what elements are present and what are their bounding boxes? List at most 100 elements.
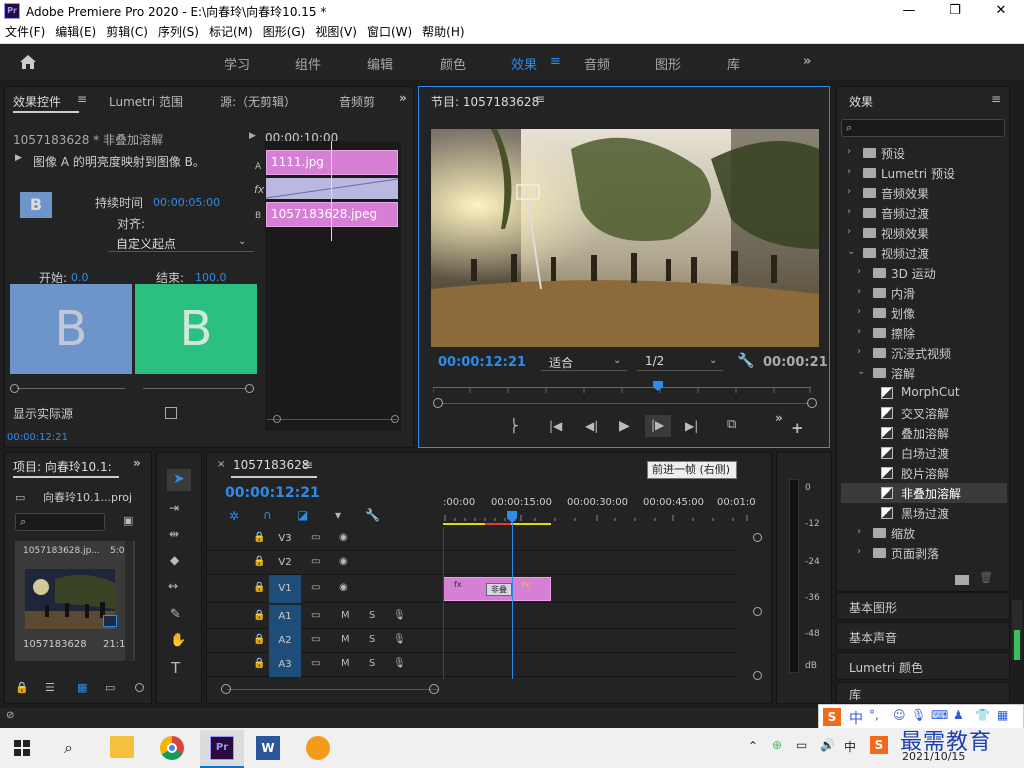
workspace-audio[interactable]: 音频 <box>584 54 610 73</box>
play-transition-icon[interactable]: ▶ <box>249 131 256 141</box>
clip-a-bar[interactable]: 1111.jpg <box>266 150 398 175</box>
effects-tree-row[interactable]: › 音频过渡 <box>841 203 1007 223</box>
clip-b-bar[interactable]: 1057183628.jpeg <box>266 202 398 227</box>
eye-icon[interactable]: ◉ <box>339 556 348 567</box>
effects-tree-row[interactable]: 叠加溶解 <box>841 423 1007 443</box>
timeline-playhead-line[interactable] <box>512 521 513 679</box>
solo-toggle[interactable]: S <box>369 634 375 645</box>
step-forward-button[interactable]: |▶ <box>645 415 671 437</box>
effects-search-input[interactable]: ⌕ <box>841 119 1005 137</box>
network-icon[interactable]: ▭ <box>796 738 807 752</box>
eye-icon[interactable]: ◉ <box>339 532 348 543</box>
lock-icon[interactable]: 🔒 <box>253 634 265 645</box>
chevron-right-icon[interactable]: › <box>847 166 851 177</box>
effects-tree-row[interactable]: › 内滑 <box>841 283 1007 303</box>
sync-lock-icon[interactable]: ▭ <box>311 582 320 593</box>
list-view-icon[interactable]: ☰ <box>45 681 55 694</box>
word-icon[interactable]: W <box>256 736 280 760</box>
track-name-v1[interactable]: V1 <box>269 575 301 603</box>
project-scrollbar[interactable] <box>125 541 133 661</box>
more-workspaces-icon[interactable]: » <box>803 54 811 69</box>
lock-icon[interactable]: 🔒 <box>253 658 265 669</box>
program-timecode[interactable]: 00:00:12:21 <box>438 355 526 370</box>
vscroll-handle-top[interactable] <box>753 533 762 542</box>
chrome-icon[interactable] <box>160 736 184 760</box>
mute-toggle[interactable]: M <box>341 658 350 669</box>
chevron-right-icon[interactable]: › <box>847 226 851 237</box>
menu-edit[interactable]: 编辑(E) <box>50 22 101 43</box>
more-tabs-icon[interactable]: » <box>133 456 141 470</box>
mute-toggle[interactable]: M <box>341 610 350 621</box>
snap-icon[interactable]: ∩ <box>263 508 272 522</box>
start-slider-handle[interactable] <box>10 384 19 393</box>
chevron-right-icon[interactable]: › <box>857 306 861 317</box>
emoji-icon[interactable]: ☺ <box>893 708 906 722</box>
vscroll-handle-mid[interactable] <box>753 607 762 616</box>
effects-tree-row[interactable]: › 预设 <box>841 143 1007 163</box>
maximize-button[interactable]: ❐ <box>932 0 978 22</box>
premiere-taskbar-button[interactable]: Pr <box>200 730 244 768</box>
timeline-ruler[interactable]: :00:00 00:00:15:00 00:00:30:00 00:00:45:… <box>443 497 756 511</box>
timeline-settings-wrench-icon[interactable]: 🔧 <box>365 508 380 522</box>
program-time-ruler[interactable] <box>433 387 811 393</box>
project-item-card[interactable]: 1057183628.jp... 5:00 1057183628 21:15 <box>15 541 135 661</box>
mute-toggle[interactable]: M <box>341 634 350 645</box>
step-back-icon[interactable]: ◀| <box>585 419 598 433</box>
fit-dropdown[interactable]: 适合 ⌄ <box>541 353 627 371</box>
go-to-out-icon[interactable]: ▶| <box>685 419 698 433</box>
transition-bar[interactable] <box>266 178 398 199</box>
lock-icon[interactable]: 🔒 <box>253 556 265 567</box>
sync-lock-icon[interactable]: ▭ <box>311 532 320 543</box>
lock-icon[interactable]: 🔒 <box>253 532 265 543</box>
effects-tree-row[interactable]: 交叉溶解 <box>841 403 1007 423</box>
timeline-vscroll[interactable] <box>753 533 762 683</box>
essential-sound-panel[interactable]: 基本声音 <box>836 622 1010 650</box>
chevron-right-icon[interactable]: › <box>857 346 861 357</box>
effects-tree-row[interactable]: ⌄ 视频过渡 <box>841 243 1007 263</box>
type-tool-icon[interactable]: T <box>171 659 180 677</box>
effects-tree-row[interactable]: › 视频效果 <box>841 223 1007 243</box>
workspace-editing[interactable]: 编辑 <box>367 54 393 73</box>
timeline-timecode[interactable]: 00:00:12:21 <box>225 485 320 501</box>
hand-icon[interactable]: ✋ <box>170 633 186 648</box>
workspace-color[interactable]: 颜色 <box>440 54 466 73</box>
solo-toggle[interactable]: S <box>369 658 375 669</box>
effects-menu-icon[interactable]: ≡ <box>991 92 1001 106</box>
menu-view[interactable]: 视图(V) <box>310 22 362 43</box>
effects-tree-row[interactable]: 白场过渡 <box>841 443 1007 463</box>
show-actual-checkbox[interactable] <box>165 407 177 419</box>
end-slider-handle[interactable] <box>245 384 254 393</box>
effects-tree-row[interactable]: MorphCut <box>841 383 1007 403</box>
play-preview-icon[interactable]: ▶ <box>15 153 22 163</box>
hscroll-left-handle[interactable] <box>221 684 231 694</box>
track-name-a2[interactable]: A2 <box>269 629 301 653</box>
menu-window[interactable]: 窗口(W) <box>362 22 417 43</box>
timeline-menu-icon[interactable]: ≡ <box>303 458 313 472</box>
tab-menu-icon[interactable]: ≡ <box>77 92 87 106</box>
chevron-down-icon[interactable]: ⌄ <box>847 246 855 257</box>
end-value[interactable]: 100.0 <box>195 271 227 284</box>
menu-file[interactable]: 文件(F) <box>0 22 50 43</box>
chevron-right-icon[interactable]: › <box>857 286 861 297</box>
chevron-right-icon[interactable]: › <box>857 266 861 277</box>
windows-start-icon[interactable] <box>14 740 30 756</box>
search-icon[interactable]: ⌕ <box>64 738 73 758</box>
wrench-icon[interactable]: 🔧 <box>737 353 754 369</box>
effects-tree-row[interactable]: › 3D 运动 <box>841 263 1007 283</box>
menu-sequence[interactable]: 序列(S) <box>153 22 204 43</box>
file-explorer-icon[interactable] <box>110 736 134 758</box>
more-controls-icon[interactable]: » <box>775 411 783 425</box>
new-bin-search-icon[interactable]: ▣ <box>123 514 133 527</box>
chevron-down-icon[interactable]: ⌄ <box>857 366 865 377</box>
timeline-clip-v1[interactable]: fx 非叠 fx <box>443 577 551 601</box>
add-marker-icon[interactable]: ▾ <box>335 508 341 522</box>
menu-clip[interactable]: 剪辑(C) <box>101 22 153 43</box>
microphone-icon[interactable]: 🎙 <box>393 634 406 645</box>
tab-effect-controls[interactable]: 效果控件 <box>13 93 61 110</box>
ime-punct[interactable]: °, <box>869 708 879 722</box>
lumetri-color-panel[interactable]: Lumetri 颜色 <box>836 652 1010 680</box>
track-name-v3[interactable]: V3 <box>269 527 301 551</box>
grid-icon[interactable]: ▦ <box>997 708 1008 722</box>
vscroll-handle-bottom[interactable] <box>753 671 762 680</box>
hscroll-right-handle[interactable] <box>429 684 439 694</box>
